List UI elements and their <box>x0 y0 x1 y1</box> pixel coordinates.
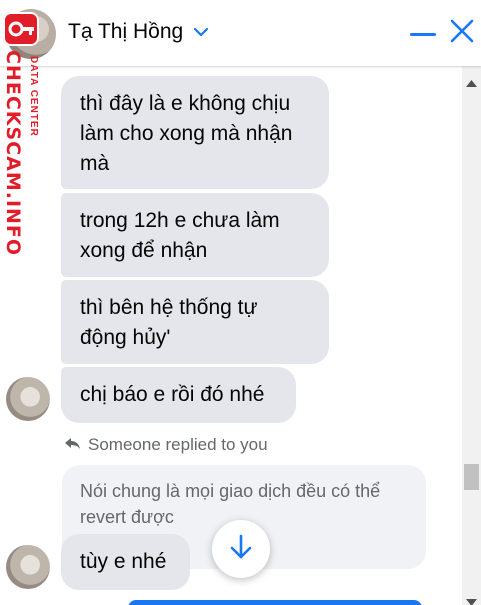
message-bubble: tùy e nhé <box>61 534 190 590</box>
message-bubble: thì đây là e không chịu làm cho xong mà … <box>61 76 329 189</box>
arrow-down-icon <box>229 534 253 565</box>
scroll-to-bottom-button[interactable] <box>212 520 270 578</box>
message-bubble: thì bên hệ thống tự động hủy' <box>61 280 329 364</box>
watermark-subtext: DATA CENTER <box>28 56 39 137</box>
message-text: chị báo e rồi đó nhé <box>80 383 265 406</box>
close-icon <box>450 19 474 48</box>
scroll-up-arrow-icon[interactable] <box>466 74 477 92</box>
reply-indicator: Someone replied to you <box>64 435 268 455</box>
chat-header: Tạ Thị Hồng <box>0 0 481 66</box>
scrollbar[interactable] <box>462 66 481 605</box>
contact-name-button[interactable]: Tạ Thị Hồng <box>68 20 209 44</box>
reply-note-text: Someone replied to you <box>88 435 268 454</box>
avatar[interactable] <box>6 377 50 421</box>
quoted-text: Nói chung là mọi giao dịch đều có thể re… <box>80 481 381 527</box>
chevron-down-icon <box>193 24 209 42</box>
watermark-text: CHECKSCAM.INFO <box>2 50 24 257</box>
reply-icon <box>64 435 81 455</box>
watermark-logo <box>3 12 39 46</box>
composer-edge <box>128 600 422 605</box>
message-text: thì bên hệ thống tự động hủy' <box>80 296 258 349</box>
minimize-button[interactable] <box>408 18 438 48</box>
close-button[interactable] <box>447 18 477 48</box>
minimize-icon <box>410 24 436 42</box>
scroll-down-arrow-icon[interactable] <box>466 593 477 605</box>
scrollbar-thumb[interactable] <box>464 464 479 490</box>
message-bubble: chị báo e rồi đó nhé <box>61 367 296 423</box>
message-list[interactable]: thì đây là e không chịu làm cho xong mà … <box>0 66 462 605</box>
message-bubble: trong 12h e chưa làm xong để nhận <box>61 193 329 277</box>
contact-name: Tạ Thị Hồng <box>68 20 184 43</box>
message-text: thì đây là e không chịu làm cho xong mà … <box>80 92 293 175</box>
watermark: CHECKSCAM.INFO DATA CENTER <box>0 8 44 256</box>
avatar[interactable] <box>6 545 50 589</box>
message-text: trong 12h e chưa làm xong để nhận <box>80 209 280 262</box>
message-text: tùy e nhé <box>80 550 167 573</box>
